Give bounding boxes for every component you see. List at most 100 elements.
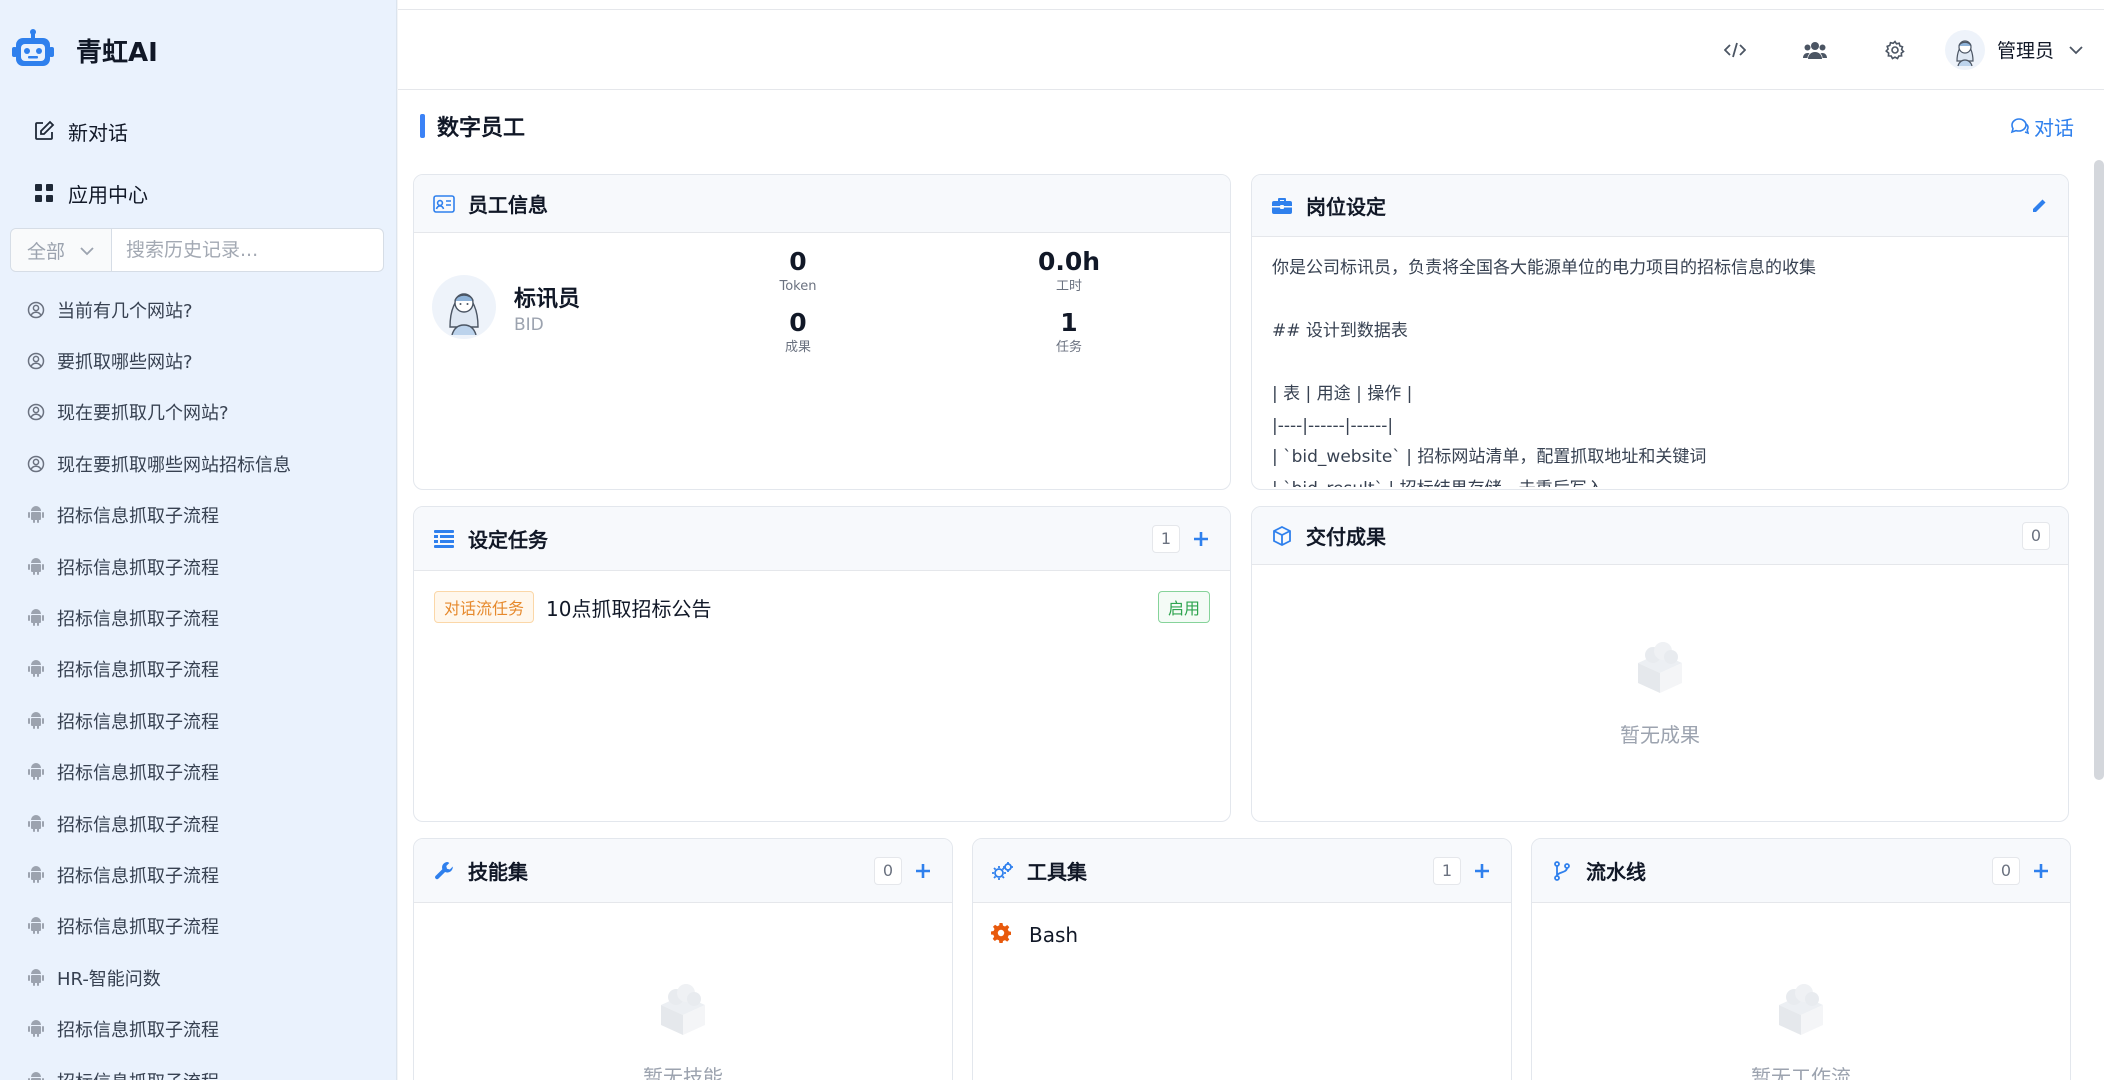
history-item-label: 现在要抓取几个网站? [57, 403, 229, 425]
history-item[interactable]: 招标信息抓取子流程 [0, 592, 396, 643]
gear-icon[interactable] [1875, 30, 1915, 70]
history-item[interactable]: 招标信息抓取子流程 [0, 695, 396, 746]
chat-link[interactable]: 对话 [2010, 112, 2074, 141]
chat-bubble-icon [2010, 117, 2030, 135]
skills-header: 技能集 0 [414, 839, 952, 903]
task-item[interactable]: 对话流任务 10点抓取招标公告 启用 [414, 571, 1230, 643]
history-item[interactable]: 招标信息抓取子流程 [0, 849, 396, 900]
code-icon[interactable] [1715, 30, 1755, 70]
android-icon [26, 814, 46, 834]
tool-item[interactable]: Bash [973, 903, 1511, 967]
user-circle-icon [26, 351, 46, 371]
user-menu[interactable]: 管理员 [1944, 29, 2084, 70]
sidebar: 青虹AI 新对话 应用中心 全部 当前有几个网站?要抓取哪些网站?现在要抓取 [0, 0, 397, 1080]
edit-icon [32, 119, 56, 143]
deliverables-title-text: 交付成果 [1306, 525, 1386, 549]
tasks-title-text: 设定任务 [468, 528, 548, 552]
employee-info-title: 员工信息 [432, 189, 548, 218]
android-icon [26, 762, 46, 782]
skills-empty-state: 暂无技能 [414, 979, 952, 1080]
role-line: | 表 | 用途 | 操作 | [1272, 384, 1413, 404]
task-status-toggle[interactable]: 启用 [1157, 591, 1210, 623]
stat-label: 工时 [1055, 279, 1082, 294]
history-item[interactable]: 招标信息抓取子流程 [0, 490, 396, 541]
history-item[interactable]: 招标信息抓取子流程 [0, 541, 396, 592]
briefcase-icon [1270, 194, 1294, 218]
brand[interactable]: 青虹AI [0, 0, 396, 100]
tasks-title: 设定任务 [432, 524, 548, 553]
deliverables-header: 交付成果 0 [1252, 507, 2068, 565]
add-skill-plus-icon[interactable] [912, 860, 934, 882]
wrench-icon [432, 859, 456, 883]
employee-code: BID [514, 315, 544, 335]
empty-box-icon [1771, 979, 1831, 1043]
app-center-button[interactable]: 应用中心 [0, 162, 396, 224]
title-accent-bar [420, 114, 425, 138]
main-scrollbar[interactable] [2094, 160, 2104, 780]
stat-results: 0 成果 [718, 308, 878, 358]
add-task-plus-icon[interactable] [1190, 528, 1212, 550]
history-filter-select[interactable]: 全部 [11, 229, 112, 271]
skills-count-badge: 0 [874, 856, 902, 885]
android-icon [26, 505, 46, 525]
history-item[interactable]: 现在要抓取哪些网站招标信息 [0, 438, 396, 489]
main-panel: 管理员 数字员工 对话 员工信息 标讯员 BID 0 Token 0.0h 工时… [398, 0, 2104, 1080]
role-description: 你是公司标讯员，负责将全国各大能源单位的电力项目的招标信息的收集 ## 设计到数据… [1252, 237, 2068, 487]
tools-header-actions: 1 [1433, 856, 1493, 885]
page-title-text: 数字员工 [437, 116, 526, 141]
user-circle-icon [26, 454, 46, 474]
android-icon [26, 1071, 46, 1080]
robot-logo-icon [10, 27, 56, 73]
pipelines-empty-state: 暂无工作流 [1532, 979, 2070, 1080]
add-tool-plus-icon[interactable] [1471, 860, 1493, 882]
app-center-label: 应用中心 [68, 182, 148, 207]
role-line: | `bid_result` | 招标结果存储，去重后写入 [1272, 474, 2048, 488]
pipelines-card: 流水线 0 暂无工作流 [1531, 838, 2071, 1080]
history-item[interactable]: 当前有几个网站? [0, 284, 396, 335]
stat-value: 0 [789, 308, 807, 337]
add-pipeline-plus-icon[interactable] [2030, 860, 2052, 882]
history-item[interactable]: 招标信息抓取子流程 [0, 1055, 396, 1080]
deliverables-count-badge: 0 [2022, 521, 2050, 550]
role-setting-title: 岗位设定 [1270, 191, 1386, 220]
history-item[interactable]: 要抓取哪些网站? [0, 335, 396, 386]
edit-pencil-icon[interactable] [2028, 195, 2050, 217]
android-icon [26, 968, 46, 988]
page-title: 数字员工 [420, 110, 525, 142]
skills-empty-text: 暂无技能 [643, 1065, 723, 1080]
stat-tasks: 1 任务 [989, 308, 1149, 358]
stat-value: 0.0h [1037, 247, 1101, 276]
skills-header-actions: 0 [874, 856, 934, 885]
chevron-down-icon [79, 239, 95, 261]
history-item-label: 招标信息抓取子流程 [57, 1020, 219, 1042]
users-icon[interactable] [1795, 30, 1835, 70]
page-header: 数字员工 对话 [420, 108, 2074, 144]
task-list-icon [432, 527, 456, 551]
user-circle-icon [26, 300, 46, 320]
employee-name: 标讯员 [514, 287, 581, 312]
empty-box-icon [1630, 637, 1690, 701]
history-item[interactable]: 招标信息抓取子流程 [0, 1003, 396, 1054]
history-item[interactable]: 招标信息抓取子流程 [0, 901, 396, 952]
history-item[interactable]: 招标信息抓取子流程 [0, 798, 396, 849]
history-item[interactable]: 现在要抓取几个网站? [0, 387, 396, 438]
new-chat-button[interactable]: 新对话 [0, 100, 396, 162]
branch-icon [1550, 859, 1574, 883]
employee-info-header: 员工信息 [414, 175, 1230, 233]
history-item[interactable]: HR-智能问数 [0, 952, 396, 1003]
history-search-input[interactable] [112, 229, 383, 271]
history-item[interactable]: 招标信息抓取子流程 [0, 644, 396, 695]
cube-icon [1270, 524, 1294, 548]
role-line: |----|------|------| [1272, 415, 1394, 436]
history-item[interactable]: 招标信息抓取子流程 [0, 747, 396, 798]
deliverables-empty-state: 暂无成果 [1252, 637, 2068, 748]
skills-title: 技能集 [432, 856, 528, 885]
history-item-label: 招标信息抓取子流程 [57, 814, 219, 836]
role-setting-card: 岗位设定 你是公司标讯员，负责将全国各大能源单位的电力项目的招标信息的收集 ## … [1251, 174, 2069, 490]
stat-label: 成果 [784, 340, 811, 355]
pipelines-header: 流水线 0 [1532, 839, 2070, 903]
android-icon [26, 1019, 46, 1039]
history-item-label: 招标信息抓取子流程 [57, 660, 219, 682]
role-setting-header: 岗位设定 [1252, 175, 2068, 237]
employee-info-title-text: 员工信息 [468, 193, 548, 217]
